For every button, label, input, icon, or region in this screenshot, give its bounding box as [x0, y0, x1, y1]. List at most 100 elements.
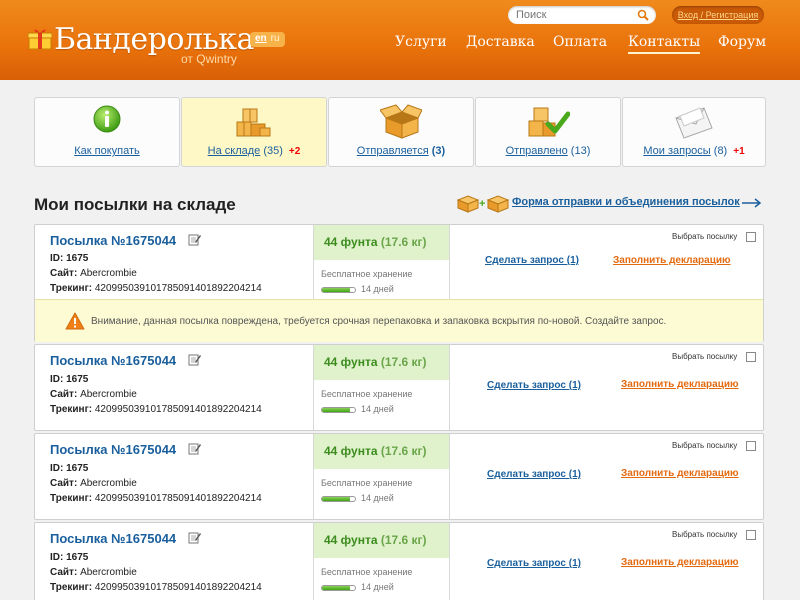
lang-ru[interactable]: ru: [271, 33, 280, 44]
parcel-weight: 44 фунта (17.6 кг): [314, 225, 449, 260]
storage-progress-bar: [321, 287, 356, 293]
select-parcel-checkbox[interactable]: [746, 441, 756, 451]
storage-days: 14 дней: [361, 284, 394, 294]
parcel-title[interactable]: Посылка №1675044: [50, 353, 176, 368]
parcel-site: Сайт: Abercrombie: [50, 567, 137, 578]
parcel-id: ID: 1675: [50, 374, 89, 385]
storage-progress-bar: [321, 496, 356, 502]
storage-label: Бесплатное хранение: [321, 269, 413, 279]
tab-being-sent[interactable]: Отправляется (3): [328, 97, 474, 167]
open-box-icon: [380, 104, 422, 139]
arrow-right-icon: [742, 198, 762, 208]
envelope-icon: [675, 107, 713, 139]
edit-icon[interactable]: [188, 442, 201, 455]
select-parcel-label: Выбрать посылку: [672, 530, 738, 539]
nav-forum[interactable]: Форум: [718, 34, 766, 54]
parcel-title[interactable]: Посылка №1675044: [50, 442, 176, 457]
select-parcel-label: Выбрать посылку: [672, 352, 738, 361]
warning-text: Внимание, данная посылка повреждена, тре…: [91, 316, 667, 327]
parcel-card: Посылка №1675044 ID: 1675 Сайт: Abercrom…: [34, 224, 764, 342]
nav-payment[interactable]: Оплата: [553, 34, 607, 54]
make-request-link[interactable]: Сделать запрос (1): [487, 380, 581, 391]
box-plus-box-icon: +: [456, 195, 510, 213]
select-parcel-checkbox[interactable]: [746, 530, 756, 540]
parcel-title[interactable]: Посылка №1675044: [50, 531, 176, 546]
storage-label: Бесплатное хранение: [321, 389, 413, 399]
parcel-id: ID: 1675: [50, 463, 89, 474]
storage-progress-bar: [321, 407, 356, 413]
tab-badge: +2: [288, 146, 301, 157]
parcel-site: Сайт: Abercrombie: [50, 268, 137, 279]
category-tabs: Как покупать На складе (35) +2 Отправляет…: [34, 97, 766, 167]
nav-contacts[interactable]: Контакты: [628, 34, 701, 54]
fill-declaration-link[interactable]: Заполнить декларацию: [621, 557, 739, 568]
search-box: [508, 6, 656, 24]
make-request-link[interactable]: Сделать запрос (1): [487, 558, 581, 569]
divider: [449, 345, 450, 430]
parcel-card: Посылка №1675044 ID: 1675 Сайт: Abercrom…: [34, 344, 764, 431]
parcel-id: ID: 1675: [50, 253, 89, 264]
lang-en[interactable]: en: [255, 33, 267, 44]
login-register-button[interactable]: Вход / Регистрация: [672, 6, 764, 24]
storage-days: 14 дней: [361, 582, 394, 592]
parcel-title[interactable]: Посылка №1675044: [50, 233, 176, 248]
fill-declaration-link[interactable]: Заполнить декларацию: [621, 379, 739, 390]
language-switch: en ru: [250, 32, 285, 47]
nav-services[interactable]: Услуги: [395, 34, 447, 54]
storage-days: 14 дней: [361, 404, 394, 414]
logo-subtitle: от Qwintry: [181, 52, 237, 66]
divider: [449, 434, 450, 519]
divider: [449, 523, 450, 600]
tab-sent[interactable]: Отправлено (13): [475, 97, 621, 167]
edit-icon[interactable]: [188, 233, 201, 246]
boxes-icon: [236, 108, 271, 137]
tab-label: Как покупать: [74, 145, 140, 157]
gift-icon: [28, 29, 52, 50]
tab-label: Отправляется (3): [356, 145, 446, 157]
parcel-weight: 44 фунта (17.6 кг): [314, 434, 449, 469]
tab-my-requests[interactable]: Мои запросы (8) +1: [622, 97, 766, 167]
tab-label: Отправлено (13): [505, 145, 591, 157]
svg-text:+: +: [479, 198, 485, 210]
tab-badge: +1: [733, 146, 745, 157]
fill-declaration-link[interactable]: Заполнить декларацию: [613, 255, 731, 266]
parcel-weight: 44 фунта (17.6 кг): [314, 345, 449, 380]
fill-declaration-link[interactable]: Заполнить декларацию: [621, 468, 739, 479]
divider: [449, 225, 450, 299]
page-title: Мои посылки на складе: [34, 195, 236, 214]
edit-icon[interactable]: [188, 353, 201, 366]
edit-icon[interactable]: [188, 531, 201, 544]
parcel-id: ID: 1675: [50, 552, 89, 563]
tab-label: На складе (35) +2: [207, 145, 301, 157]
storage-days: 14 дней: [361, 493, 394, 503]
boxes-check-icon: [528, 107, 570, 137]
make-request-link[interactable]: Сделать запрос (1): [487, 469, 581, 480]
parcel-site: Сайт: Abercrombie: [50, 478, 137, 489]
damage-warning: Внимание, данная посылка повреждена, тре…: [35, 299, 763, 342]
search-icon[interactable]: [637, 9, 649, 21]
storage-progress-bar: [321, 585, 356, 591]
form-link-text[interactable]: Форма отправки и объединения посылок: [512, 196, 740, 208]
search-input[interactable]: [516, 8, 634, 22]
make-request-link[interactable]: Сделать запрос (1): [485, 255, 579, 266]
parcel-weight: 44 фунта (17.6 кг): [314, 523, 449, 558]
select-parcel-checkbox[interactable]: [746, 232, 756, 242]
select-parcel-label: Выбрать посылку: [672, 232, 738, 241]
storage-label: Бесплатное хранение: [321, 567, 413, 577]
parcel-tracking: Трекинг: 420995039101785091401892204214: [50, 493, 262, 504]
parcel-card: Посылка №1675044 ID: 1675 Сайт: Abercrom…: [34, 433, 764, 520]
parcel-tracking: Трекинг: 420995039101785091401892204214: [50, 582, 262, 593]
select-parcel-checkbox[interactable]: [746, 352, 756, 362]
nav-delivery[interactable]: Доставка: [466, 34, 535, 54]
info-icon: [93, 105, 121, 133]
tab-in-warehouse[interactable]: На складе (35) +2: [181, 97, 327, 167]
tab-label: Мои запросы (8) +1: [643, 145, 745, 157]
tab-how-to-buy[interactable]: Как покупать: [34, 97, 180, 167]
select-parcel-label: Выбрать посылку: [672, 441, 738, 450]
parcel-tracking: Трекинг: 420995039101785091401892204214: [50, 283, 262, 294]
parcel-site: Сайт: Abercrombie: [50, 389, 137, 400]
site-header: Бандеролька от Qwintry enru Вход / Регис…: [0, 0, 800, 80]
warning-icon: [65, 312, 85, 330]
storage-label: Бесплатное хранение: [321, 478, 413, 488]
parcel-tracking: Трекинг: 420995039101785091401892204214: [50, 404, 262, 415]
